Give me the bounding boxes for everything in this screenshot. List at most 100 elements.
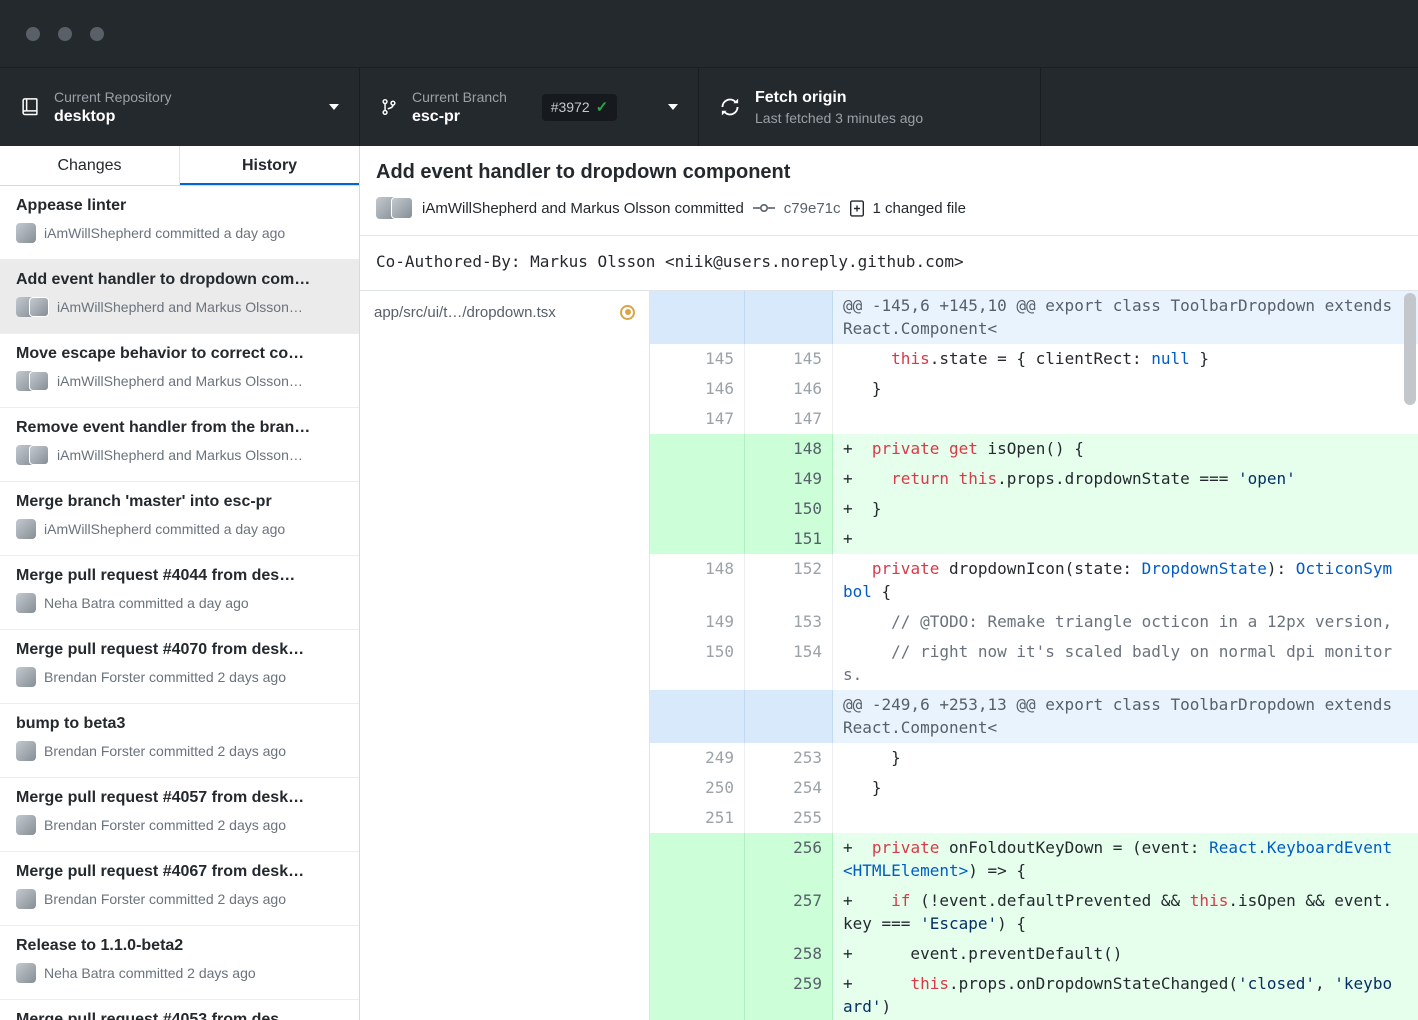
commit-meta: iAmWillShepherd committed a day ago bbox=[44, 521, 285, 537]
repository-selector[interactable]: Current Repository desktop bbox=[0, 68, 360, 146]
diff-row: 148152 private dropdownIcon(state: Dropd… bbox=[650, 554, 1418, 607]
commit-title: Merge pull request #4044 from des… bbox=[16, 567, 343, 585]
commit-meta: iAmWillShepherd and Markus Olsson… bbox=[57, 373, 303, 389]
commit-meta: iAmWillShepherd committed a day ago bbox=[44, 225, 285, 241]
chevron-down-icon bbox=[668, 104, 678, 110]
minimize-button[interactable] bbox=[58, 27, 72, 41]
commit-summary: Add event handler to dropdown component … bbox=[360, 146, 1418, 236]
diff-row: 150154 // right now it's scaled badly on… bbox=[650, 637, 1418, 690]
commit-title: bump to beta3 bbox=[16, 715, 343, 733]
diff-row: 250254 } bbox=[650, 773, 1418, 803]
fetch-title: Fetch origin bbox=[755, 89, 923, 107]
diff-code-line: + } bbox=[833, 494, 1418, 524]
avatar bbox=[16, 223, 36, 243]
diff-old-line-number: 250 bbox=[650, 773, 745, 803]
chevron-down-icon bbox=[329, 104, 339, 110]
diff-row: 258+ event.preventDefault() bbox=[650, 939, 1418, 969]
commit-list-item[interactable]: Merge pull request #4070 from desk…Brend… bbox=[0, 630, 359, 704]
commit-list-item[interactable]: Merge pull request #4053 from des… bbox=[0, 1000, 359, 1020]
diff-new-line-number: 149 bbox=[745, 464, 833, 494]
commit-meta: Brendan Forster committed 2 days ago bbox=[44, 817, 286, 833]
diff-old-line-number bbox=[650, 291, 745, 344]
commit-list-item[interactable]: Merge branch 'master' into esc-pr iAmWill… bbox=[0, 482, 359, 556]
titlebar bbox=[0, 0, 1418, 68]
diff-view: @@ -145,6 +145,10 @@ export class Toolba… bbox=[650, 291, 1418, 1020]
diff-code-line: private dropdownIcon(state: DropdownStat… bbox=[833, 554, 1418, 607]
diff-code-line: } bbox=[833, 773, 1418, 803]
branch-selector[interactable]: Current Branch esc-pr #3972 ✓ bbox=[360, 68, 699, 146]
tab-history[interactable]: History bbox=[180, 146, 359, 185]
commit-title: Remove event handler from the bran… bbox=[16, 419, 343, 437]
commit-list-item[interactable]: Appease linteriAmWillShepherd committed … bbox=[0, 186, 359, 260]
avatar bbox=[16, 371, 49, 391]
commit-meta: Neha Batra committed a day ago bbox=[44, 595, 249, 611]
diff-new-line-number: 253 bbox=[745, 743, 833, 773]
diff-old-line-number bbox=[650, 464, 745, 494]
avatar bbox=[16, 815, 36, 835]
diff-old-line-number bbox=[650, 524, 745, 554]
file-list: app/src/ui/t…/dropdown.tsx bbox=[360, 291, 650, 1020]
pr-number: #3972 bbox=[551, 99, 590, 115]
diff-old-line-number: 249 bbox=[650, 743, 745, 773]
diff-new-line-number: 259 bbox=[745, 969, 833, 1020]
diff-code-line bbox=[833, 803, 1418, 833]
diff-row: 249253 } bbox=[650, 743, 1418, 773]
zoom-button[interactable] bbox=[90, 27, 104, 41]
commit-title: Merge pull request #4067 from desk… bbox=[16, 863, 343, 881]
diff-hunk-header: @@ -145,6 +145,10 @@ export class Toolba… bbox=[833, 291, 1418, 344]
diff-new-line-number: 148 bbox=[745, 434, 833, 464]
repository-name: desktop bbox=[54, 108, 172, 126]
diff-row: 150+ } bbox=[650, 494, 1418, 524]
diff-row: 151+ bbox=[650, 524, 1418, 554]
diff-new-line-number: 256 bbox=[745, 833, 833, 886]
avatar bbox=[16, 519, 36, 539]
commit-title: Release to 1.1.0-beta2 bbox=[16, 937, 343, 955]
diff-row: 148+ private get isOpen() { bbox=[650, 434, 1418, 464]
commit-list-item[interactable]: Remove event handler from the bran…iAmWi… bbox=[0, 408, 359, 482]
commit-authors: iAmWillShepherd and Markus Olsson commit… bbox=[422, 200, 744, 217]
diff-new-line-number: 145 bbox=[745, 344, 833, 374]
diff-new-line-number bbox=[745, 690, 833, 743]
commit-list-item[interactable]: bump to beta3 Brendan Forster committed 2… bbox=[0, 704, 359, 778]
commit-meta: iAmWillShepherd and Markus Olsson… bbox=[57, 299, 303, 315]
avatar bbox=[16, 297, 49, 317]
commit-meta: Brendan Forster committed 2 days ago bbox=[44, 743, 286, 759]
avatar bbox=[16, 889, 36, 909]
diff-old-line-number: 146 bbox=[650, 374, 745, 404]
commit-title: Move escape behavior to correct co… bbox=[16, 345, 343, 363]
file-list-item[interactable]: app/src/ui/t…/dropdown.tsx bbox=[360, 291, 649, 333]
avatar bbox=[16, 741, 36, 761]
diff-row: 149+ return this.props.dropdownState ===… bbox=[650, 464, 1418, 494]
close-button[interactable] bbox=[26, 27, 40, 41]
main-panel: Add event handler to dropdown component … bbox=[360, 146, 1418, 1020]
diff-code-line: + this.props.onDropdownStateChanged('clo… bbox=[833, 969, 1418, 1020]
commit-list-item[interactable]: Merge pull request #4044 from des… Neha B… bbox=[0, 556, 359, 630]
diff-row: 259+ this.props.onDropdownStateChanged('… bbox=[650, 969, 1418, 1020]
commit-list-item[interactable]: Merge pull request #4067 from desk…Brend… bbox=[0, 852, 359, 926]
commit-list-item[interactable]: Add event handler to dropdown com…iAmWil… bbox=[0, 260, 359, 334]
diff-row: 149153 // @TODO: Remake triangle octicon… bbox=[650, 607, 1418, 637]
scrollbar-thumb[interactable] bbox=[1404, 293, 1416, 405]
diff-row: 251255 bbox=[650, 803, 1418, 833]
diff-code-line: // @TODO: Remake triangle octicon in a 1… bbox=[833, 607, 1418, 637]
diff-code-line: this.state = { clientRect: null } bbox=[833, 344, 1418, 374]
fetch-origin-button[interactable]: Fetch origin Last fetched 3 minutes ago bbox=[699, 68, 1041, 146]
commit-list-item[interactable]: Move escape behavior to correct co… iAmWi… bbox=[0, 334, 359, 408]
diff-old-line-number: 147 bbox=[650, 404, 745, 434]
file-path: app/src/ui/t…/dropdown.tsx bbox=[374, 304, 610, 321]
commit-description: Co-Authored-By: Markus Olsson <niik@user… bbox=[360, 236, 1418, 291]
commit-list-item[interactable]: Release to 1.1.0-beta2Neha Batra committ… bbox=[0, 926, 359, 1000]
tab-changes[interactable]: Changes bbox=[0, 146, 180, 185]
avatar bbox=[16, 667, 36, 687]
commit-title: Merge branch 'master' into esc-pr bbox=[16, 493, 343, 511]
diff-code-line: + if (!event.defaultPrevented && this.is… bbox=[833, 886, 1418, 939]
commit-title: Merge pull request #4070 from desk… bbox=[16, 641, 343, 659]
diff-new-line-number: 152 bbox=[745, 554, 833, 607]
pr-number-badge: #3972 ✓ bbox=[542, 94, 618, 121]
diff-row: @@ -249,6 +253,13 @@ export class Toolba… bbox=[650, 690, 1418, 743]
git-commit-icon bbox=[753, 201, 775, 215]
diff-new-line-number: 255 bbox=[745, 803, 833, 833]
diff-old-line-number bbox=[650, 833, 745, 886]
commit-list-item[interactable]: Merge pull request #4057 from desk…Brend… bbox=[0, 778, 359, 852]
avatar bbox=[16, 963, 36, 983]
